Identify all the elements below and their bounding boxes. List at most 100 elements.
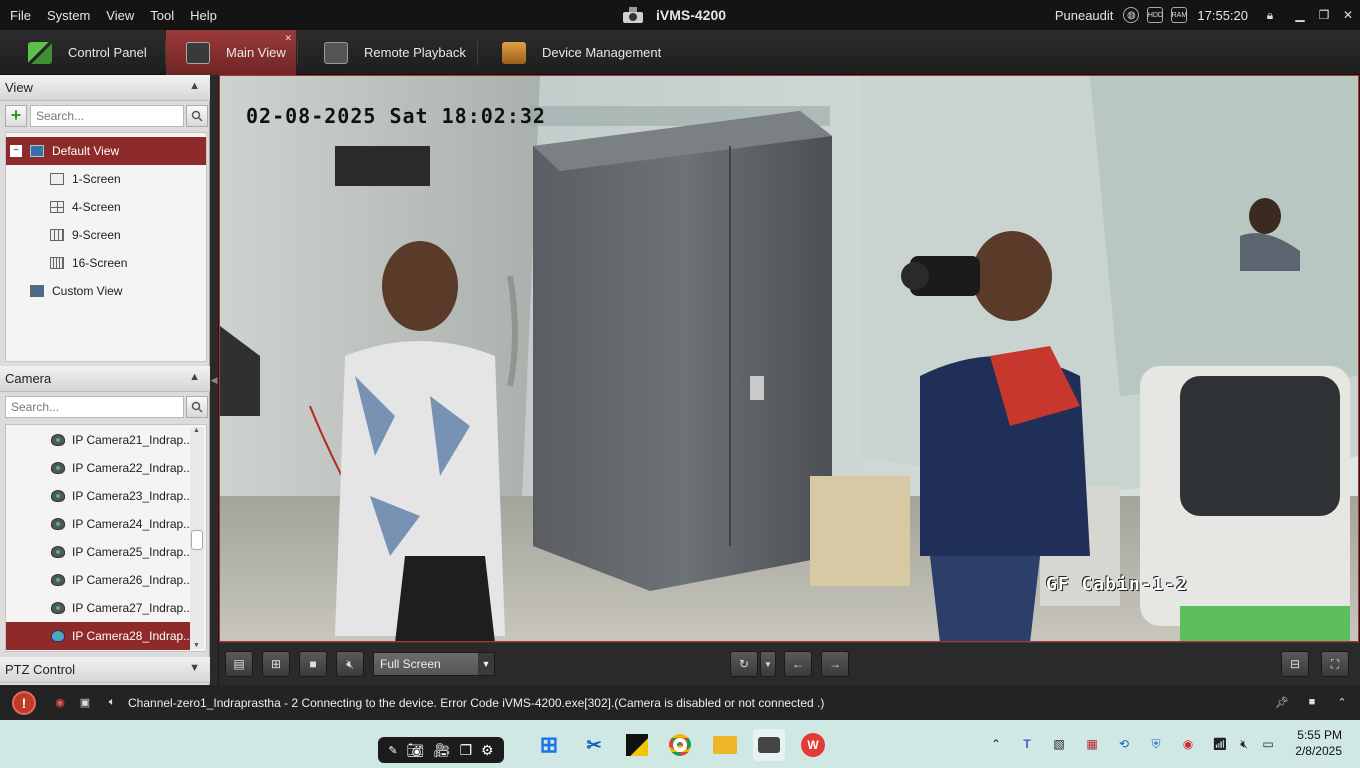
expand-minus-icon[interactable]: − [10, 145, 22, 157]
event-icon[interactable]: ▣ [77, 695, 93, 709]
window-division-button[interactable]: ⊞ [262, 651, 290, 677]
tab-main-view[interactable]: Main View ✕ [166, 30, 296, 75]
menu-view[interactable]: View [98, 8, 142, 23]
tree-item-4-screen[interactable]: 4-Screen [50, 193, 121, 221]
tree-item-1-screen[interactable]: 1-Screen [50, 165, 121, 193]
snipping-tool-icon[interactable]: ✂ [578, 729, 610, 761]
tray-app-icon[interactable]: ▧ [1050, 734, 1068, 754]
tab-remote-playback[interactable]: Remote Playback [324, 30, 474, 75]
layout-menu-button[interactable]: ⊟ [1281, 651, 1309, 677]
close-button[interactable]: ✕ [1336, 0, 1360, 30]
file-explorer-icon[interactable] [709, 729, 741, 761]
camera-list-item[interactable]: IP Camera22_Indrap... [6, 454, 193, 482]
auto-switch-button[interactable]: ↻ [730, 651, 758, 677]
view-search-input[interactable]: Search... [30, 105, 184, 127]
camera-list-item-selected[interactable]: IP Camera28_Indrap... [6, 622, 193, 650]
panel-splitter[interactable]: ◀ [210, 75, 218, 685]
camera-search-input[interactable]: Search... [5, 396, 184, 418]
tray-chevron-icon[interactable]: ⌃ [988, 734, 1004, 754]
wifi-icon[interactable]: 📶︎ [1211, 734, 1229, 754]
collapse-icon[interactable]: ▲ [189, 80, 200, 92]
camera-list-item[interactable]: IP Camera26_Indrap... [6, 566, 193, 594]
minimize-button[interactable]: ▁ [1288, 0, 1312, 30]
scroll-up-icon[interactable]: ▲ [193, 427, 200, 434]
security-shield-icon[interactable]: ⛨ [1147, 734, 1165, 754]
save-view-button[interactable]: ▤ [225, 651, 253, 677]
search-icon [191, 110, 203, 122]
camera-list-item[interactable]: IP Camera21_Indrap... [6, 426, 193, 454]
settings-gear-icon[interactable]: ⚙ [481, 742, 494, 759]
teams-icon[interactable]: T [1018, 734, 1036, 754]
hdd-icon: HDD [1147, 7, 1164, 23]
cursor-icon[interactable]: ✎ [388, 744, 397, 757]
menu-system[interactable]: System [39, 8, 98, 23]
tree-item-custom-view[interactable]: Custom View [30, 277, 122, 305]
tab-close-icon[interactable]: ✕ [284, 33, 292, 44]
sync-icon[interactable]: ⟲ [1115, 734, 1133, 754]
video-record-icon[interactable]: 🎥︎ [433, 742, 451, 759]
sticky-notes-icon[interactable] [621, 729, 653, 761]
tab-control-panel[interactable]: Control Panel [28, 30, 164, 75]
lock-icon[interactable]: 🔒︎ [1258, 0, 1282, 30]
next-page-button[interactable]: → [821, 651, 849, 677]
camera-list-scrollbar[interactable]: ▲ ▼ [190, 427, 204, 649]
camera-list-item[interactable]: IP Camera24_Indrap... [6, 510, 193, 538]
menu-file[interactable]: File [2, 8, 39, 23]
windows-start-icon[interactable]: ⊞ [533, 729, 565, 761]
globe-icon[interactable]: ◍ [1123, 7, 1140, 23]
record-icon[interactable]: ◉ [1179, 734, 1197, 754]
expand-up-icon[interactable]: ⌃ [1334, 695, 1350, 709]
audio-off-icon[interactable]: 🔈︎ [104, 695, 120, 709]
scrollbar-thumb[interactable] [191, 530, 203, 550]
title-bar: File System View Tool Help iVMS-4200 Pun… [0, 0, 1360, 30]
camera-icon [51, 546, 65, 558]
username: Puneaudit [1054, 7, 1114, 23]
tree-item-16-screen[interactable]: 16-Screen [50, 249, 127, 277]
video-view[interactable]: 02-08-2025 Sat 18:02:32 GF Cabin-1-2 [219, 75, 1359, 642]
status-message: Channel-zero1_Indraprastha - 2 Connectin… [128, 695, 825, 710]
add-view-button[interactable]: + [5, 105, 27, 127]
restore-button[interactable]: ❐ [1312, 0, 1336, 30]
tray-app-icon[interactable]: ▦ [1083, 734, 1101, 754]
ptz-section-header[interactable]: PTZ Control ▼ [0, 657, 210, 683]
alarm-warning-icon[interactable]: ! [12, 691, 36, 715]
menu-help[interactable]: Help [182, 8, 225, 23]
alarm-stop-icon[interactable]: ◉ [52, 695, 68, 709]
chrome-icon[interactable] [664, 729, 696, 761]
expand-icon[interactable]: ▼ [189, 662, 200, 674]
maximize-panel-icon[interactable]: ■ [1304, 695, 1320, 709]
view-section-header[interactable]: View ▲ [0, 75, 210, 101]
camera-list-item[interactable]: IP Camera23_Indrap... [6, 482, 193, 510]
collapse-icon[interactable]: ▲ [189, 371, 200, 383]
camera-section-header[interactable]: Camera ▲ [0, 366, 210, 392]
stop-all-button[interactable]: ■ [299, 651, 327, 677]
collapse-panel-icon[interactable]: ◀ [211, 375, 218, 386]
tab-device-management[interactable]: Device Management [502, 30, 672, 75]
fullscreen-button[interactable]: ⛶ [1321, 651, 1349, 677]
view-search-button[interactable] [186, 105, 208, 127]
ivms-window: File System View Tool Help iVMS-4200 Pun… [0, 0, 1360, 768]
camera-list-item[interactable]: IP Camera27_Indrap... [6, 594, 193, 622]
camera-list-item[interactable]: IP Camera25_Indrap... [6, 538, 193, 566]
taskbar-clock[interactable]: 5:55 PM 2/8/2025 [1295, 727, 1342, 759]
mute-button[interactable]: 🔇︎ [336, 651, 364, 677]
menu-bar: File System View Tool Help [2, 0, 225, 30]
scroll-down-icon[interactable]: ▼ [193, 642, 200, 649]
battery-icon[interactable]: ▭ [1259, 734, 1277, 754]
camera-search-button[interactable] [186, 396, 208, 418]
screen-mode-select[interactable]: Full Screen ▼ [373, 652, 495, 676]
screenshot-camera-icon[interactable]: 📷︎ [406, 742, 424, 759]
previous-page-button[interactable]: ← [784, 651, 812, 677]
taskbar-time: 5:55 PM [1297, 728, 1342, 742]
auto-switch-dropdown[interactable]: ▼ [760, 651, 776, 677]
camera-list: IP Camera21_Indrap... IP Camera22_Indrap… [5, 424, 207, 652]
tree-item-9-screen[interactable]: 9-Screen [50, 221, 121, 249]
menu-tool[interactable]: Tool [142, 8, 182, 23]
tree-item-default-view[interactable]: − Default View [6, 137, 206, 165]
one-screen-icon [50, 173, 64, 185]
copy-window-icon[interactable]: ❐ [460, 742, 473, 759]
speaker-muted-icon[interactable]: 🔇︎ [1235, 734, 1253, 754]
wps-office-icon[interactable]: W [797, 729, 829, 761]
ivms-taskbar-icon[interactable] [753, 729, 785, 761]
pin-icon[interactable]: 📌︎ [1274, 695, 1290, 709]
